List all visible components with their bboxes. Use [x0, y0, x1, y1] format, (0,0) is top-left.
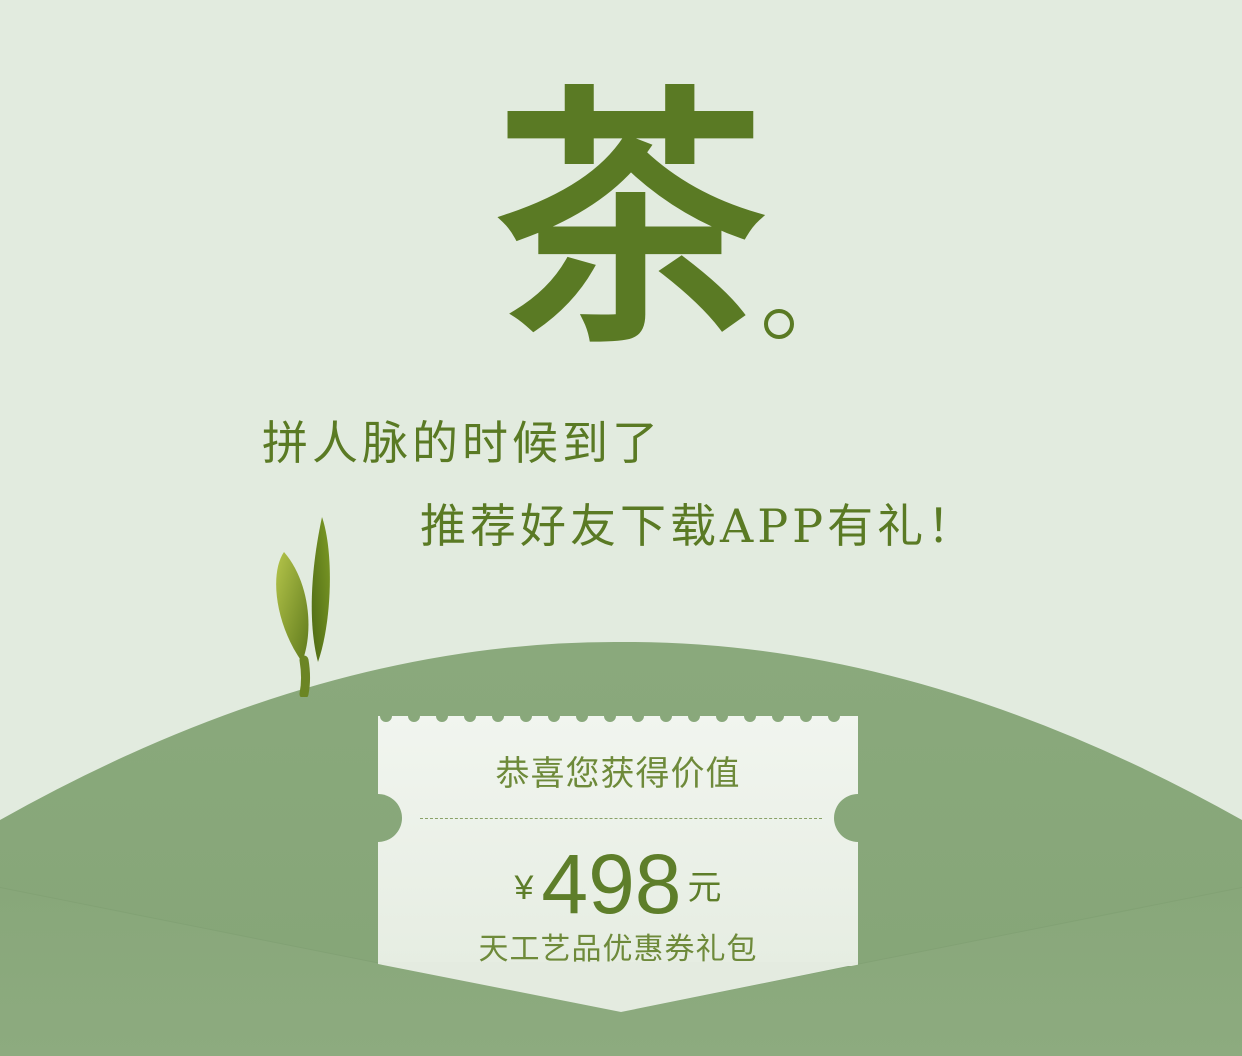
coupon-divider: [420, 818, 822, 819]
coupon-subtitle: 天工艺品优惠券礼包: [478, 932, 758, 967]
tea-leaf-sprout-icon: [276, 517, 330, 697]
coupon-card[interactable]: 恭喜您获得价值 ¥498 元 天工艺品优惠券礼包: [378, 716, 858, 967]
amount-unit: 元: [687, 869, 722, 907]
tea-calligraphy: 茶: [495, 61, 765, 379]
coupon-title: 恭喜您获得价值: [495, 754, 741, 794]
promo-page: 茶 拼人脉的时候到了 推荐好友下载APP有礼！ 恭喜您获得价值 ¥498 元 天…: [0, 0, 1242, 1056]
slogan-line-2: 推荐好友下载APP有礼！: [420, 499, 978, 553]
circle-period-icon: [764, 309, 794, 339]
currency-symbol: ¥: [514, 869, 534, 907]
amount-value: 498: [541, 837, 682, 931]
coupon-amount: ¥498 元: [378, 834, 858, 934]
slogan-line-1: 拼人脉的时候到了: [262, 416, 662, 470]
